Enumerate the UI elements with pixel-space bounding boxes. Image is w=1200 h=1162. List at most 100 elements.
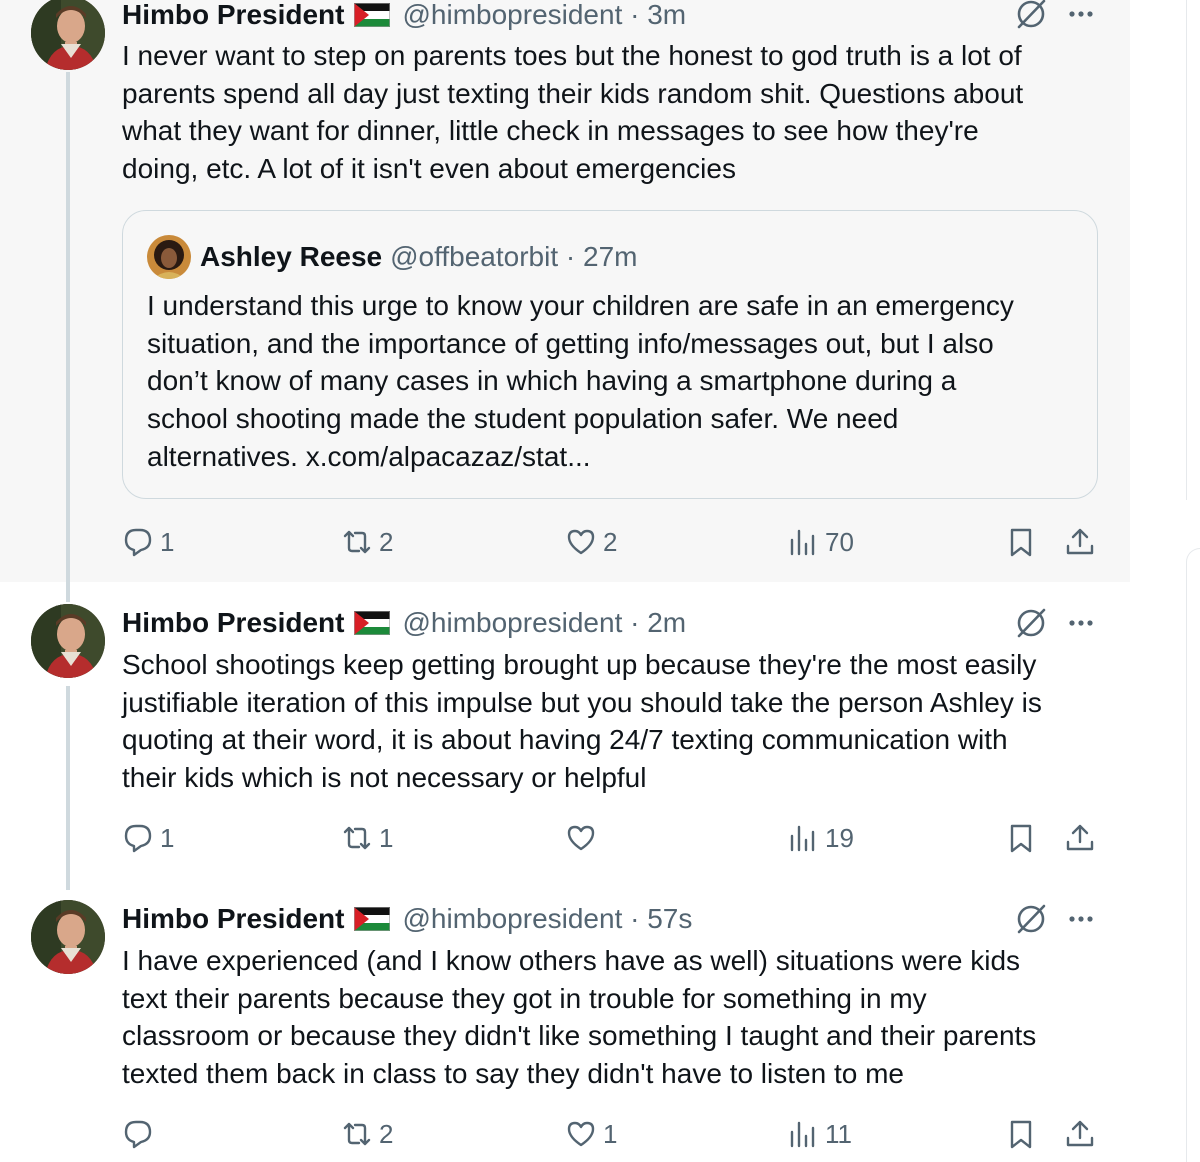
repost-button[interactable]: 2 [341, 1114, 393, 1154]
grok-icon[interactable] [1013, 0, 1049, 32]
avatar[interactable] [31, 0, 105, 70]
bookmark-button[interactable] [1005, 818, 1037, 858]
reply-icon [122, 822, 154, 854]
view-count: 19 [825, 822, 854, 853]
bookmark-button[interactable] [1005, 1114, 1037, 1154]
like-icon [565, 526, 597, 558]
tweet-text: I never want to step on parents toes but… [122, 37, 1107, 188]
tweet-text-line: School shootings keep getting brought up… [122, 649, 1037, 680]
author-handle-time[interactable]: @himbopresident · 3m [402, 0, 686, 31]
more-icon[interactable] [1064, 0, 1098, 31]
reply-button[interactable] [122, 1114, 160, 1154]
tweet-1[interactable]: Himbo President @himbopresident · 3m I n… [0, 0, 1130, 602]
views-button[interactable]: 19 [787, 818, 854, 858]
repost-icon [341, 526, 373, 558]
view-count: 70 [825, 526, 854, 557]
thread-connector-line [66, 686, 70, 890]
tweet-text-line: text their parents because they got in t… [122, 982, 927, 1014]
reply-icon [122, 526, 154, 558]
views-button[interactable]: 70 [787, 522, 854, 562]
more-icon[interactable] [1064, 902, 1098, 936]
tweet-header: Himbo President @himbopresident · 57s [122, 902, 692, 936]
palestine-flag-icon [354, 611, 391, 635]
tweet-text-line: classroom or because they didn't like so… [122, 1020, 1037, 1052]
tweet-text-line: what they want for dinner, little check … [122, 115, 979, 147]
author-handle-time[interactable]: @himbopresident · 2m [402, 607, 686, 639]
grok-icon[interactable] [1013, 605, 1049, 641]
tweet-text-line: parents spend all day just texting their… [122, 77, 1024, 109]
like-count: 1 [603, 1118, 618, 1149]
reply-button[interactable]: 1 [122, 818, 174, 858]
reply-count: 1 [160, 822, 175, 853]
bookmark-icon [1005, 526, 1037, 558]
quote-header: Ashley Reese @offbeatorbit · 27m [200, 239, 637, 275]
share-icon [1064, 822, 1096, 854]
quote-text-line: alternatives. x.com/alpacazaz/stat... [147, 440, 591, 472]
author-name[interactable]: Himbo President [122, 607, 344, 639]
like-count: 2 [603, 526, 618, 557]
quote-text-line: situation, and the importance of getting… [147, 327, 994, 359]
share-icon [1064, 526, 1096, 558]
repost-button[interactable]: 2 [341, 522, 393, 562]
quote-text-line: school shooting made the student populat… [147, 403, 899, 435]
views-icon [787, 526, 819, 558]
tweet-actions: 2 1 11 [0, 1114, 1130, 1154]
tweet-header: Himbo President @himbopresident · 2m [122, 606, 686, 640]
share-icon [1064, 1118, 1096, 1150]
tweet-text-line: texted them back in class to say they di… [122, 1058, 904, 1090]
like-button[interactable] [565, 818, 603, 858]
quote-text-line: I understand this urge to know your chil… [147, 290, 1014, 321]
view-count: 11 [825, 1118, 852, 1149]
reply-button[interactable]: 1 [122, 522, 174, 562]
tweet-actions: 1 1 19 [0, 818, 1130, 858]
repost-button[interactable]: 1 [341, 818, 393, 858]
author-name[interactable]: Himbo President [122, 903, 344, 935]
tweet-2[interactable]: Himbo President @himbopresident · 2m Sch… [0, 582, 1130, 890]
views-button[interactable]: 11 [787, 1114, 852, 1154]
avatar[interactable] [31, 604, 105, 678]
tweet-text-line: I never want to step on parents toes but… [122, 40, 1022, 71]
share-button[interactable] [1064, 818, 1096, 858]
quote-avatar[interactable] [147, 235, 191, 279]
repost-icon [341, 1118, 373, 1150]
share-button[interactable] [1064, 522, 1096, 562]
author-name[interactable]: Himbo President [122, 0, 344, 31]
right-sidebar-edge [1186, 0, 1200, 1162]
views-icon [787, 1118, 819, 1150]
reply-icon [122, 1118, 154, 1150]
quoted-tweet[interactable]: Ashley Reese @offbeatorbit · 27m I under… [122, 210, 1098, 499]
conversation-thread: Himbo President @himbopresident · 3m I n… [0, 0, 1130, 1161]
tweet-3[interactable]: Himbo President @himbopresident · 57s I … [0, 878, 1130, 1161]
tweet-text-line: their kids which is not necessary or hel… [122, 762, 647, 794]
tweet-header: Himbo President @himbopresident · 3m [122, 0, 686, 32]
bookmark-icon [1005, 822, 1037, 854]
author-handle-time[interactable]: @himbopresident · 57s [402, 903, 692, 935]
repost-count: 2 [379, 1118, 394, 1149]
tweet-text-line: I have experienced (and I know others ha… [122, 945, 1021, 976]
like-icon [565, 1118, 597, 1150]
more-icon[interactable] [1064, 606, 1098, 640]
tweet-text-line: quoting at their word, it is about havin… [122, 724, 1008, 756]
tweet-text-line: justifiable iteration of this impulse bu… [122, 686, 1042, 718]
views-icon [787, 822, 819, 854]
tweet-actions: 1 2 2 70 [0, 522, 1130, 562]
repost-count: 1 [379, 822, 394, 853]
quote-author-name[interactable]: Ashley Reese [200, 241, 382, 273]
quote-author-handle-time[interactable]: @offbeatorbit · 27m [390, 241, 637, 273]
tweet-text-line: doing, etc. A lot of it isn't even about… [122, 153, 736, 185]
repost-icon [341, 822, 373, 854]
share-button[interactable] [1064, 1114, 1096, 1154]
like-button[interactable]: 2 [565, 522, 617, 562]
palestine-flag-icon [354, 3, 391, 27]
palestine-flag-icon [354, 907, 391, 931]
avatar[interactable] [31, 900, 105, 974]
bookmark-icon [1005, 1118, 1037, 1150]
quote-text-line: don’t know of many cases in which having… [147, 365, 957, 397]
grok-icon[interactable] [1013, 901, 1049, 937]
bookmark-button[interactable] [1005, 522, 1037, 562]
sidebar-card-edge [1186, 548, 1200, 1162]
like-button[interactable]: 1 [565, 1114, 617, 1154]
tweet-text: School shootings keep getting brought up… [122, 646, 1107, 797]
tweet-text: I have experienced (and I know others ha… [122, 942, 1107, 1093]
reply-count: 1 [160, 526, 175, 557]
